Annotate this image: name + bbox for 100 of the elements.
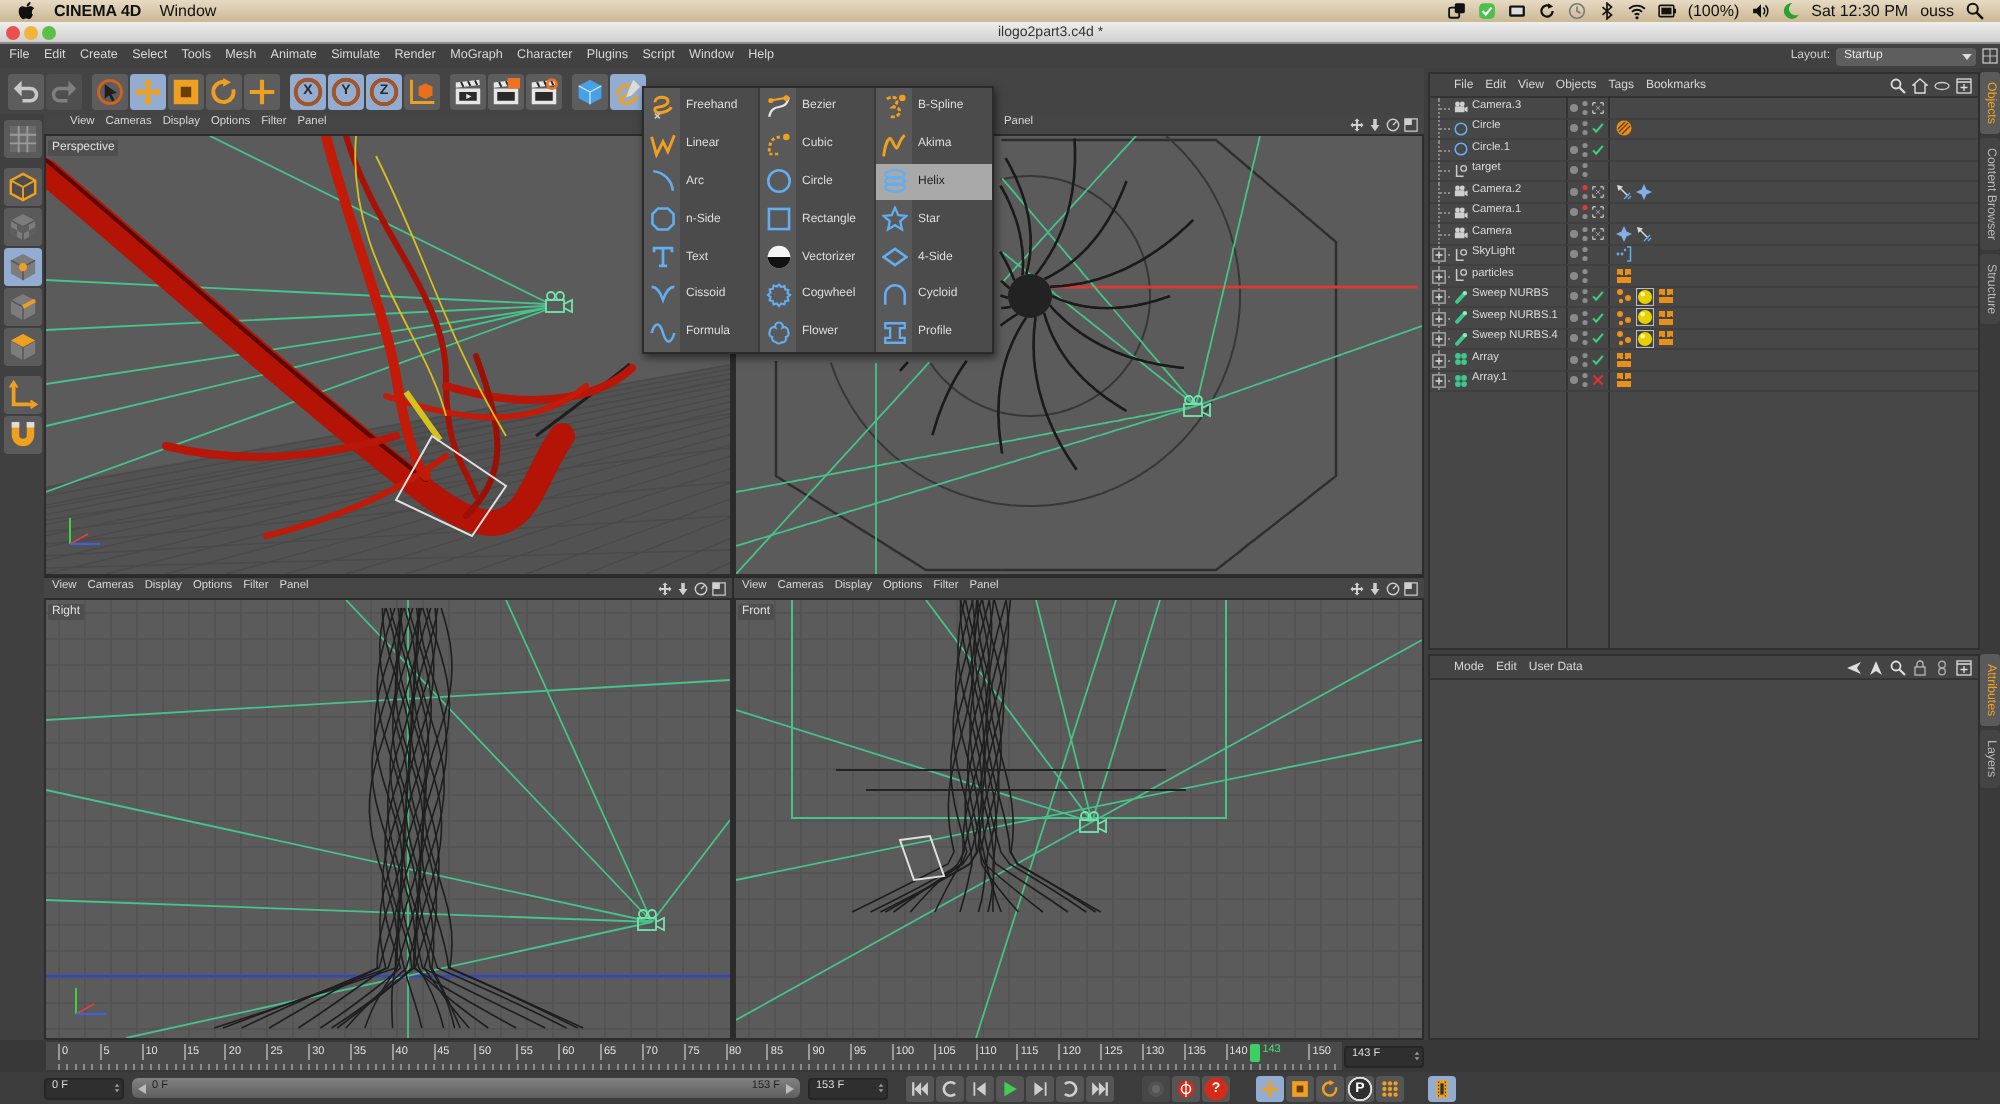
chain-link-icon[interactable] (1934, 659, 1950, 675)
step-back-icon[interactable] (966, 1075, 994, 1101)
plus-box-icon[interactable] (1432, 311, 1446, 325)
dial-icon[interactable] (1386, 117, 1400, 131)
dot-grid-icon[interactable] (1376, 1075, 1404, 1101)
window-icon[interactable] (712, 581, 726, 595)
visibility-dots-icon[interactable] (1582, 183, 1588, 200)
clapperboard-gear-icon[interactable] (526, 73, 562, 109)
speaker-icon[interactable] (1751, 2, 1770, 20)
four-way-arrow-icon[interactable] (1350, 581, 1364, 595)
search-icon[interactable] (1890, 77, 1906, 93)
bluetooth-icon[interactable] (1597, 2, 1616, 20)
plus-box-icon[interactable] (1432, 290, 1446, 304)
dotted-bracket-icon[interactable] (1616, 246, 1632, 263)
plus-box-icon[interactable] (1432, 332, 1446, 346)
check-icon[interactable] (1592, 143, 1604, 156)
down-arrow-icon[interactable] (676, 581, 690, 595)
node-tag-icon[interactable] (1616, 267, 1632, 284)
visibility-dots-icon[interactable] (1582, 288, 1588, 305)
visibility-dots-icon[interactable] (1582, 330, 1588, 347)
down-arrow-icon[interactable] (1368, 117, 1382, 131)
plus-box-icon[interactable] (1432, 269, 1446, 283)
visibility-dots-icon[interactable] (1582, 267, 1588, 284)
open-ring-icon[interactable] (1056, 1075, 1084, 1101)
cube-face-icon[interactable] (3, 328, 41, 366)
wifi-icon[interactable] (1627, 2, 1646, 20)
menu-item[interactable]: Window (159, 3, 217, 19)
padlock-icon[interactable] (1912, 659, 1928, 675)
cube-icon[interactable] (572, 73, 608, 109)
bracket-square-icon[interactable] (1592, 101, 1604, 114)
check-icon[interactable] (1592, 353, 1604, 366)
cube-outline-icon[interactable] (3, 168, 41, 206)
axis-corner-icon[interactable] (3, 376, 41, 414)
visibility-dots-icon[interactable] (1582, 99, 1588, 116)
four-way-arrow-icon[interactable] (130, 73, 166, 109)
clock[interactable]: Sat 12:30 PM (1811, 3, 1909, 19)
search-icon[interactable] (1890, 659, 1906, 675)
visibility-dots-icon[interactable] (1582, 351, 1588, 368)
visibility-dots-icon[interactable] (1582, 309, 1588, 326)
check-icon[interactable] (1592, 290, 1604, 303)
plus-box-icon[interactable] (1432, 374, 1446, 388)
dot-cluster-icon[interactable] (1616, 330, 1632, 347)
bracket-square-icon[interactable] (1592, 206, 1604, 219)
spline-pen-icon[interactable] (610, 73, 646, 109)
node-tag-icon[interactable] (1658, 288, 1674, 305)
visibility-dots-icon[interactable] (1582, 246, 1588, 263)
square-in-square-icon[interactable] (168, 73, 204, 109)
sync-arrows-icon[interactable] (1537, 2, 1556, 20)
four-way-arrow-icon[interactable] (1350, 117, 1364, 131)
open-ring-icon[interactable] (936, 1075, 964, 1101)
search-icon[interactable] (1966, 2, 1984, 20)
dot-cluster-icon[interactable] (1616, 309, 1632, 326)
pointer-line-icon[interactable] (1636, 225, 1652, 242)
cube-vertex-icon[interactable] (3, 248, 41, 286)
display-icon[interactable] (1507, 2, 1526, 20)
left-arrowhead-icon[interactable] (1846, 659, 1862, 675)
visibility-dots-icon[interactable] (1582, 162, 1588, 179)
rotate-arrow-icon[interactable] (1316, 1075, 1344, 1101)
app-name[interactable]: CINEMA 4D (54, 3, 142, 19)
step-forward-icon[interactable] (1026, 1075, 1054, 1101)
check-icon[interactable] (1592, 122, 1604, 135)
dial-icon[interactable] (1386, 581, 1400, 595)
plus-box-icon[interactable] (1432, 353, 1446, 367)
panel-grid-icon[interactable] (1982, 48, 1998, 64)
cube-edge-icon[interactable] (3, 288, 41, 326)
pointer-line-icon[interactable] (1616, 183, 1632, 200)
checker-tile-icon[interactable] (3, 120, 41, 158)
bracket-square-icon[interactable] (1592, 227, 1604, 240)
visibility-dots-icon[interactable] (1582, 204, 1588, 221)
new-panel-icon[interactable] (1956, 659, 1972, 675)
visibility-dots-icon[interactable] (1582, 225, 1588, 242)
up-arrowhead-icon[interactable] (1868, 659, 1884, 675)
plus-box-icon[interactable] (1432, 248, 1446, 262)
dial-icon[interactable] (694, 581, 708, 595)
record-icon[interactable] (1172, 1075, 1200, 1101)
visibility-dots-icon[interactable] (1582, 120, 1588, 137)
playhead[interactable] (1250, 1044, 1261, 1062)
dot-cluster-icon[interactable] (1616, 288, 1632, 305)
clapperboard-window-icon[interactable] (488, 73, 524, 109)
sphere-icon[interactable] (1636, 329, 1654, 348)
checker-cube-icon[interactable] (3, 208, 41, 246)
window-icon[interactable] (1404, 581, 1418, 595)
four-point-star-icon[interactable] (1636, 183, 1652, 200)
four-point-star-icon[interactable] (1616, 225, 1632, 242)
visibility-dots-icon[interactable] (1582, 372, 1588, 389)
overlapping-squares-icon[interactable] (1447, 2, 1466, 20)
check-badge-icon[interactable] (1477, 2, 1496, 20)
plus-icon[interactable] (244, 73, 280, 109)
striped-disc-icon[interactable] (1616, 120, 1632, 137)
four-way-arrow-icon[interactable] (1256, 1075, 1284, 1101)
window-icon[interactable] (1404, 117, 1418, 131)
down-arrow-icon[interactable] (1368, 581, 1382, 595)
rotate-arrow-icon[interactable] (206, 73, 242, 109)
axis-cube-icon[interactable] (404, 73, 440, 109)
battery-icon[interactable] (1657, 2, 1676, 20)
node-tag-icon[interactable] (1658, 330, 1674, 347)
visibility-dots-icon[interactable] (1582, 141, 1588, 158)
bracket-square-icon[interactable] (1592, 185, 1604, 198)
house-icon[interactable] (1912, 77, 1928, 93)
play-icon[interactable] (996, 1075, 1024, 1101)
